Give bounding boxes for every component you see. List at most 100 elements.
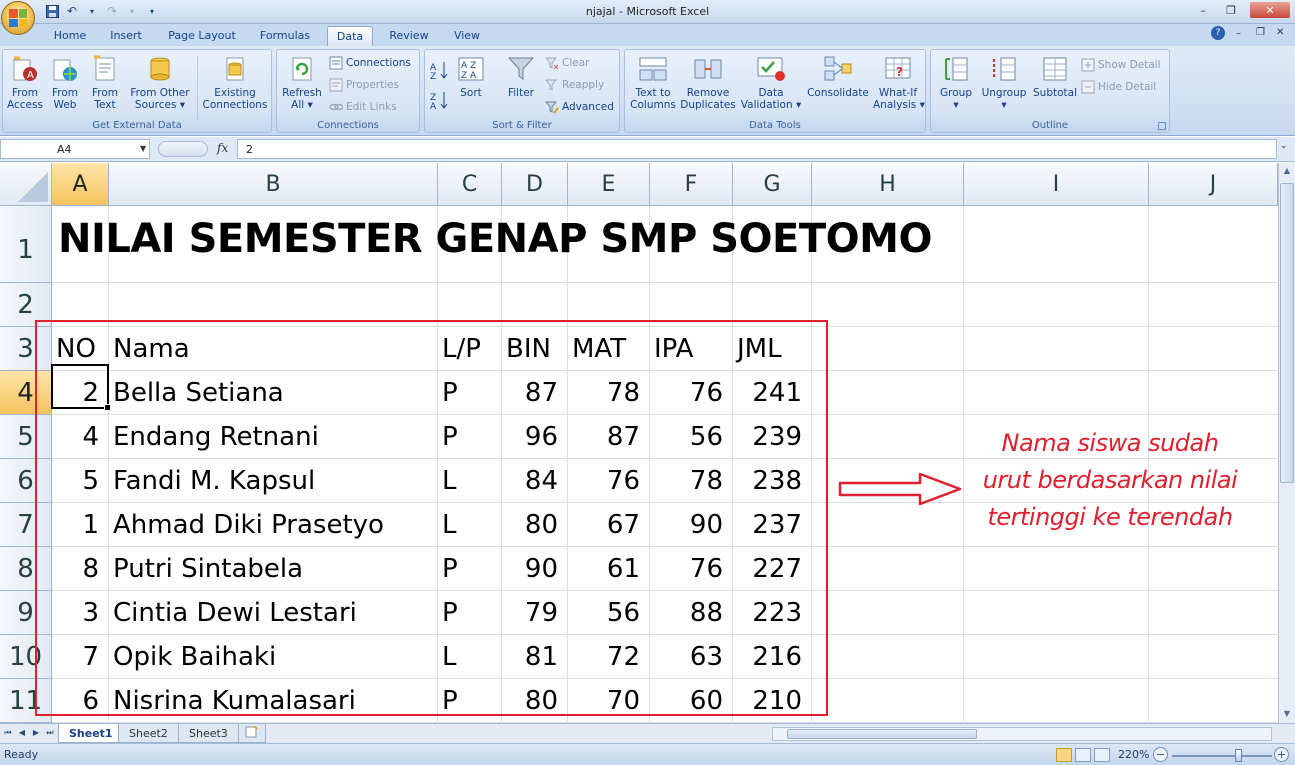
- column-header-h[interactable]: H: [812, 163, 964, 206]
- properties-button[interactable]: Properties: [329, 78, 399, 92]
- column-header-b[interactable]: B: [109, 163, 438, 206]
- show-detail-button[interactable]: Show Detail: [1081, 58, 1161, 72]
- insert-sheet-icon[interactable]: [238, 724, 266, 743]
- group-button[interactable]: Group ▾: [935, 54, 977, 111]
- tab-insert[interactable]: Insert: [100, 26, 152, 46]
- from-access-button[interactable]: A From Access: [5, 54, 45, 111]
- dialog-launcher-icon[interactable]: [1158, 122, 1166, 130]
- page-layout-view-icon[interactable]: [1075, 748, 1091, 762]
- annotation-line: tertinggi ke terendah: [987, 503, 1233, 531]
- remove-duplicates-button[interactable]: Remove Duplicates: [679, 54, 737, 111]
- scroll-down-icon[interactable]: ▼: [1280, 707, 1294, 721]
- annotation-note: Nama siswa sudah urut berdasarkan nilai …: [965, 425, 1255, 536]
- tab-page-layout[interactable]: Page Layout: [162, 26, 242, 46]
- tab-review[interactable]: Review: [382, 26, 436, 46]
- sheet-tab-sheet3[interactable]: Sheet3: [178, 724, 239, 743]
- what-if-analysis-icon: ?: [883, 54, 913, 84]
- what-if-analysis-button[interactable]: ? What-If Analysis ▾: [873, 54, 925, 111]
- column-header-d[interactable]: D: [502, 163, 568, 206]
- window-title: njajal - Microsoft Excel: [585, 5, 710, 18]
- sheet-title-cell[interactable]: NILAI SEMESTER GENAP SMP SOETOMO: [58, 216, 932, 262]
- last-sheet-icon[interactable]: ⏭: [44, 727, 56, 739]
- workbook-close-icon[interactable]: ✕: [1276, 27, 1284, 38]
- from-web-button[interactable]: From Web: [47, 54, 83, 111]
- zoom-out-icon[interactable]: −: [1153, 747, 1168, 762]
- reapply-button[interactable]: Reapply: [544, 78, 604, 92]
- scroll-up-icon[interactable]: ▲: [1280, 164, 1294, 178]
- clear-button[interactable]: Clear: [544, 56, 590, 70]
- hide-detail-button[interactable]: Hide Detail: [1081, 80, 1156, 94]
- column-header-j[interactable]: J: [1149, 163, 1278, 206]
- sheet-tab-sheet1[interactable]: Sheet1: [58, 724, 124, 743]
- consolidate-button[interactable]: Consolidate: [805, 54, 871, 99]
- column-header-i[interactable]: I: [964, 163, 1149, 206]
- column-header-g[interactable]: G: [733, 163, 812, 206]
- name-box[interactable]: A4: [0, 139, 150, 159]
- data-validation-button[interactable]: Data Validation ▾: [739, 54, 803, 111]
- help-icon[interactable]: ?: [1211, 26, 1225, 40]
- first-sheet-icon[interactable]: ⏮: [2, 727, 14, 739]
- select-all-corner[interactable]: [0, 163, 52, 206]
- refresh-all-button[interactable]: Refresh All ▾: [279, 54, 325, 111]
- vertical-scrollbar[interactable]: ▲ ▼: [1278, 163, 1295, 723]
- connections-button[interactable]: Connections: [329, 56, 411, 70]
- existing-connections-icon: [220, 54, 250, 84]
- advanced-button[interactable]: Advanced: [544, 100, 614, 114]
- tab-formulas[interactable]: Formulas: [252, 26, 318, 46]
- tab-home[interactable]: Home: [46, 26, 94, 46]
- name-box-dropdown-icon[interactable]: ▼: [140, 144, 146, 153]
- formula-bar-resize-handle[interactable]: [158, 141, 208, 157]
- zoom-slider[interactable]: [1172, 755, 1272, 757]
- next-sheet-icon[interactable]: ▶: [30, 727, 42, 739]
- sort-z-to-a-icon[interactable]: ZA: [429, 90, 449, 113]
- minimize-button[interactable]: –: [1190, 2, 1216, 18]
- insert-function-icon[interactable]: fx: [217, 141, 228, 155]
- from-text-button[interactable]: From Text: [87, 54, 123, 111]
- edit-links-button[interactable]: Edit Links: [329, 100, 397, 114]
- formula-input[interactable]: 2: [237, 139, 1277, 159]
- column-header-f[interactable]: F: [650, 163, 733, 206]
- worksheet-grid[interactable]: ABCDEFGHIJ 1 2 3 4 5 6 7 8 9 10 11 NILAI SEMESTER …: [0, 163, 1278, 723]
- subtotal-button[interactable]: Subtotal: [1031, 54, 1079, 99]
- edit-links-label: Edit Links: [346, 101, 397, 113]
- existing-connections-button[interactable]: Existing Connections: [201, 54, 269, 111]
- normal-view-icon[interactable]: [1056, 748, 1072, 762]
- column-header-c[interactable]: C: [438, 163, 502, 206]
- office-button[interactable]: [1, 1, 35, 35]
- horizontal-scrollbar[interactable]: [772, 727, 1272, 741]
- zoom-in-icon[interactable]: +: [1274, 747, 1289, 762]
- ungroup-button[interactable]: Ungroup ▾: [979, 54, 1029, 111]
- column-header-a[interactable]: A: [52, 163, 109, 206]
- vertical-scroll-thumb[interactable]: [1280, 183, 1294, 483]
- svg-text:Z: Z: [430, 72, 436, 80]
- tab-view[interactable]: View: [444, 26, 490, 46]
- group-connections: Refresh All ▾ Connections Properties Edi…: [276, 49, 420, 133]
- prev-sheet-icon[interactable]: ◀: [16, 727, 28, 739]
- column-header-e[interactable]: E: [568, 163, 650, 206]
- horizontal-scroll-thumb[interactable]: [787, 729, 977, 739]
- restore-button[interactable]: ❐: [1218, 2, 1244, 18]
- expand-formula-bar-icon[interactable]: ⌄: [1280, 141, 1288, 151]
- close-button[interactable]: ✕: [1250, 2, 1290, 18]
- from-other-sources-button[interactable]: From Other Sources ▾: [127, 54, 193, 111]
- row-header-1[interactable]: 1: [0, 206, 52, 283]
- sheet-tab-bar: ⏮ ◀ ▶ ⏭ Sheet1 Sheet2 Sheet3: [0, 723, 1295, 743]
- chain-link-icon: [329, 100, 344, 114]
- existing-connections-label: Existing Connections: [202, 87, 268, 111]
- filter-button[interactable]: Filter: [503, 54, 539, 99]
- zoom-slider-thumb[interactable]: [1235, 749, 1242, 762]
- consolidate-icon: [823, 54, 853, 84]
- sort-button[interactable]: A ZZ A Sort: [453, 54, 489, 99]
- ribbon-minimize-icon[interactable]: –: [1236, 28, 1241, 39]
- text-to-columns-button[interactable]: Text to Columns: [629, 54, 677, 111]
- group-data-tools: Text to Columns Remove Duplicates Data V…: [624, 49, 926, 133]
- ribbon-restore-icon[interactable]: ❐: [1256, 27, 1265, 38]
- data-validation-icon: [756, 54, 786, 84]
- tab-data[interactable]: Data: [327, 26, 373, 46]
- zoom-level[interactable]: 220%: [1118, 748, 1149, 761]
- excel-window: ↶ ▾ ↷ ▾ ▾ njajal - Microsoft Excel – ❐ ✕…: [0, 0, 1295, 765]
- page-break-preview-icon[interactable]: [1094, 748, 1110, 762]
- clear-label: Clear: [562, 57, 590, 69]
- sort-a-to-z-icon[interactable]: AZ: [429, 60, 449, 83]
- sheet-tab-sheet2[interactable]: Sheet2: [118, 724, 179, 743]
